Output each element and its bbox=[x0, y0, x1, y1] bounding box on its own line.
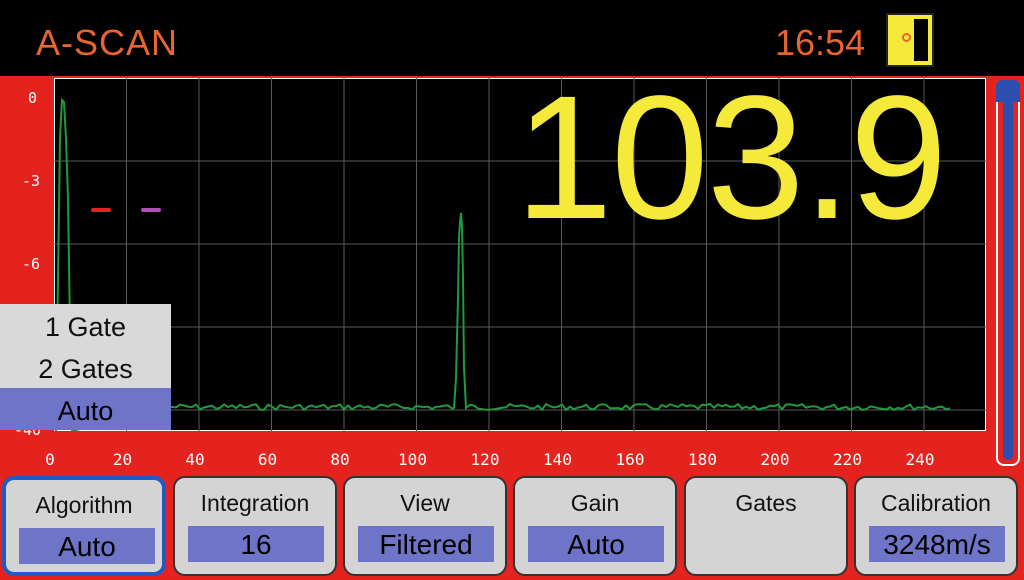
scrollbar-fill bbox=[1003, 88, 1013, 460]
scrollbar-track[interactable] bbox=[996, 80, 1020, 466]
gain-label: Gain bbox=[570, 490, 620, 516]
dropdown-item-1-gate[interactable]: 1 Gate bbox=[0, 304, 171, 346]
calibration-button[interactable]: Calibration 3248m/s bbox=[854, 476, 1018, 576]
algorithm-value: Auto bbox=[19, 528, 155, 564]
gain-button[interactable]: Gain Auto bbox=[513, 476, 677, 576]
algorithm-button[interactable]: Algorithm Auto bbox=[2, 476, 166, 576]
integration-value: 16 bbox=[188, 526, 324, 562]
dropdown-item-auto[interactable]: Auto bbox=[0, 388, 171, 430]
x-tick-label: 160 bbox=[615, 450, 645, 469]
x-tick-label: 60 bbox=[257, 450, 278, 469]
algorithm-label: Algorithm bbox=[35, 492, 133, 518]
x-tick-label: 0 bbox=[45, 450, 55, 469]
x-tick-label: 120 bbox=[470, 450, 500, 469]
x-tick-label: 80 bbox=[330, 450, 350, 469]
gate-1-marker[interactable] bbox=[91, 208, 111, 212]
view-value: Filtered bbox=[358, 526, 494, 562]
thickness-reading: 103.9 bbox=[515, 60, 947, 256]
x-tick-label: 20 bbox=[112, 450, 133, 469]
y-tick-label: -3 bbox=[22, 172, 41, 190]
view-label: View bbox=[400, 490, 450, 516]
gate-2-marker[interactable] bbox=[141, 208, 161, 212]
x-tick-label: 180 bbox=[688, 450, 717, 469]
gain-value: Auto bbox=[528, 526, 664, 562]
integration-button[interactable]: Integration 16 bbox=[173, 476, 337, 576]
x-tick-label: 240 bbox=[905, 450, 935, 469]
calibration-label: Calibration bbox=[881, 490, 991, 516]
x-tick-label: 100 bbox=[398, 450, 427, 469]
clock: 16:54 bbox=[775, 22, 866, 63]
gates-dropdown-menu: 1 Gate 2 Gates Auto bbox=[0, 304, 171, 430]
x-tick-label: 220 bbox=[833, 450, 862, 469]
x-tick-label: 200 bbox=[760, 450, 790, 469]
x-tick-label: 140 bbox=[543, 450, 572, 469]
battery-empty-area bbox=[914, 19, 928, 61]
dropdown-item-2-gates[interactable]: 2 Gates bbox=[0, 346, 171, 388]
y-tick-label: 0 bbox=[28, 89, 38, 107]
app-title: A-SCAN bbox=[36, 22, 179, 63]
scrollbar-thumb[interactable] bbox=[996, 80, 1020, 102]
x-tick-label: 40 bbox=[185, 450, 205, 469]
y-tick-label: -6 bbox=[22, 255, 41, 273]
calibration-value: 3248m/s bbox=[869, 526, 1005, 562]
view-button[interactable]: View Filtered bbox=[343, 476, 507, 576]
integration-label: Integration bbox=[200, 490, 310, 516]
gates-button[interactable]: Gates bbox=[684, 476, 848, 576]
gates-label: Gates bbox=[735, 490, 797, 516]
battery-indicator-dot bbox=[902, 33, 911, 42]
battery-icon bbox=[886, 13, 934, 67]
